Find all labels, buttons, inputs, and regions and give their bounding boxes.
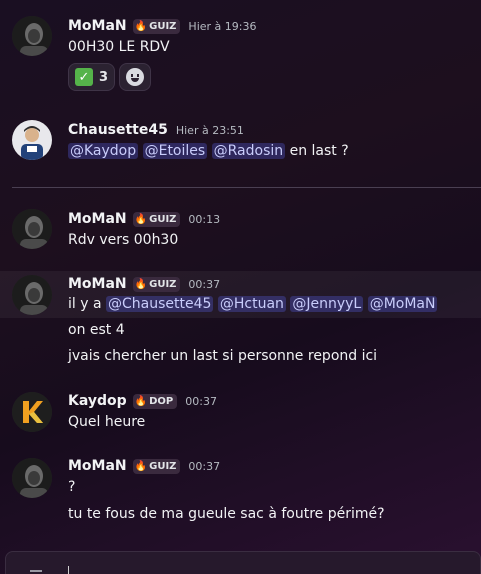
avatar[interactable] — [12, 458, 52, 498]
chat-message-list: MoMaN 🔥 GUIZ Hier à 19:36 00H30 LE RDV ✓ … — [0, 0, 481, 574]
message-content: jvais chercher un last si personne repon… — [68, 348, 378, 364]
message-content: Quel heure — [68, 414, 146, 430]
add-reaction-icon — [126, 68, 145, 86]
user-mention[interactable]: @Kaydop — [68, 143, 139, 159]
flame-icon: 🔥 — [134, 213, 148, 225]
guild-tag[interactable]: 🔥 GUIZ — [132, 276, 181, 292]
username[interactable]: Kaydop — [68, 393, 127, 409]
flame-icon: 🔥 — [134, 20, 148, 32]
reaction-check[interactable]: ✓ 3 — [68, 63, 116, 91]
message-content: tu te fous de ma gueule sac à foutre pér… — [68, 506, 385, 522]
text-caret — [68, 566, 69, 574]
message-content: ? — [68, 479, 76, 495]
avatar[interactable] — [12, 275, 52, 315]
guild-tag[interactable]: 🔥 GUIZ — [132, 18, 181, 34]
avatar[interactable] — [12, 16, 52, 56]
flame-icon: 🔥 — [134, 395, 148, 407]
timestamp: Hier à 23:51 — [175, 123, 244, 137]
guild-tag[interactable]: 🔥 GUIZ — [132, 458, 181, 474]
username[interactable]: MoMaN — [68, 18, 127, 34]
username[interactable]: MoMaN — [68, 276, 127, 292]
message-content: il y a @Chausette45 @Hctuan @JennyyL @Mo… — [68, 296, 438, 312]
user-mention[interactable]: @Hctuan — [217, 296, 286, 312]
check-icon: ✓ — [75, 68, 93, 86]
guild-tag[interactable]: 🔥 GUIZ — [132, 211, 181, 227]
reactions-bar: ✓ 3 — [68, 63, 152, 91]
date-divider — [12, 187, 481, 188]
username[interactable]: MoMaN — [68, 211, 127, 227]
user-mention[interactable]: @Chausette45 — [106, 296, 214, 312]
avatar[interactable] — [12, 392, 52, 432]
message-composer[interactable] — [5, 551, 481, 574]
timestamp: 00:37 — [188, 277, 221, 291]
flame-icon: 🔥 — [134, 460, 148, 472]
username[interactable]: Chausette45 — [68, 122, 168, 138]
flame-icon: 🔥 — [134, 278, 148, 290]
timestamp: Hier à 19:36 — [188, 19, 257, 33]
reaction-count: 3 — [99, 69, 109, 85]
message-content: 00H30 LE RDV — [68, 39, 170, 55]
message-content: on est 4 — [68, 322, 125, 338]
timestamp: 00:13 — [188, 212, 221, 226]
message-content: @Kaydop @Etoiles @Radosin en last ? — [68, 143, 349, 159]
timestamp: 00:37 — [188, 459, 221, 473]
user-mention[interactable]: @Etoiles — [142, 143, 208, 159]
message-content: Rdv vers 00h30 — [68, 232, 179, 248]
avatar[interactable] — [12, 120, 52, 160]
username[interactable]: MoMaN — [68, 458, 127, 474]
attach-icon[interactable] — [30, 570, 42, 572]
guild-tag[interactable]: 🔥 DOP — [132, 393, 178, 409]
add-reaction-button[interactable] — [119, 63, 152, 91]
user-mention[interactable]: @MoMaN — [367, 296, 438, 312]
user-mention[interactable]: @Radosin — [211, 143, 286, 159]
user-mention[interactable]: @JennyyL — [290, 296, 364, 312]
timestamp: 00:37 — [185, 394, 217, 408]
avatar[interactable] — [12, 209, 52, 249]
